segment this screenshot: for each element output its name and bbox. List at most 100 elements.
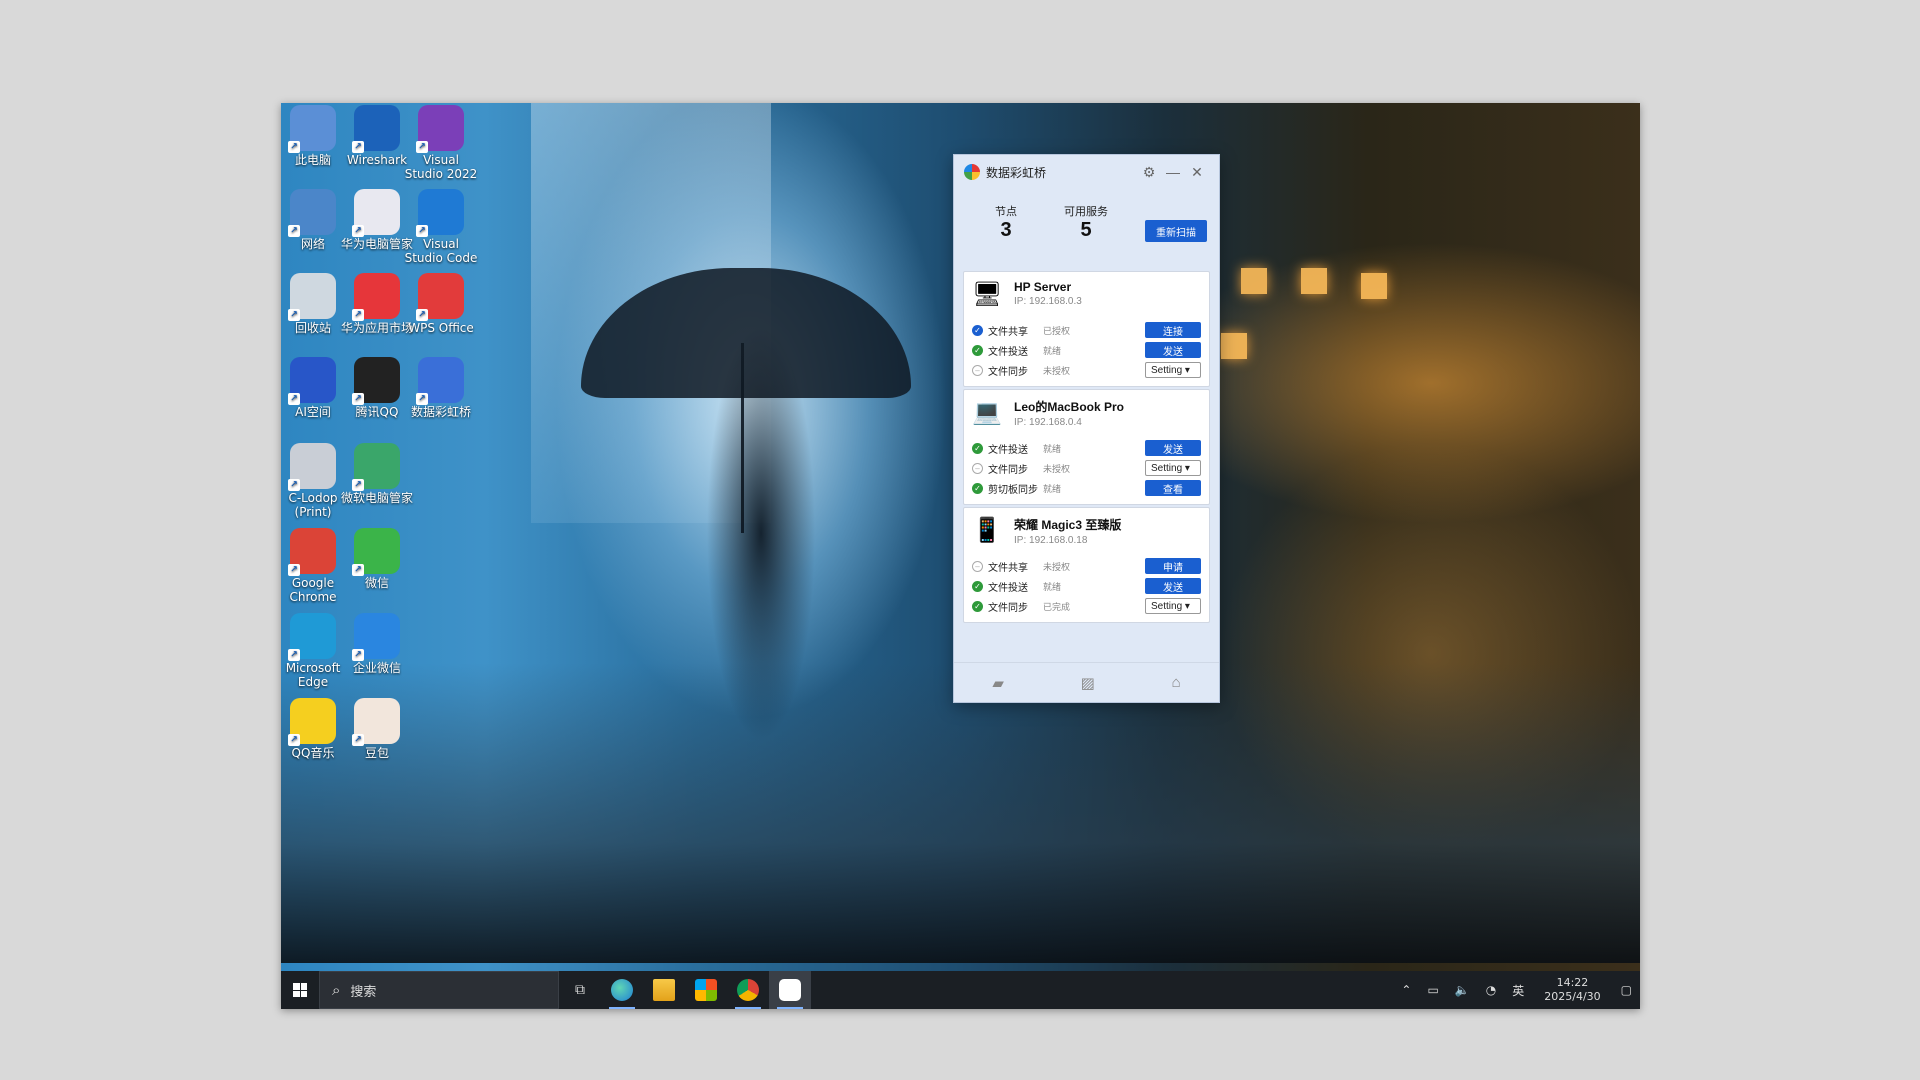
taskbar-chrome[interactable] (727, 971, 769, 1009)
battery-icon[interactable]: ▭ (1427, 983, 1438, 997)
service-action-label: 查看 (1163, 484, 1183, 496)
wallpaper-shop-light (1241, 268, 1267, 294)
chrome-icon: ↗ (288, 528, 336, 576)
close-icon[interactable]: ✕ (1185, 164, 1209, 181)
service-action-button[interactable]: 发送 (1145, 440, 1201, 456)
folder-icon (653, 979, 675, 1001)
shortcut-arrow-icon: ↗ (416, 393, 428, 405)
minimize-icon[interactable]: — (1161, 164, 1185, 180)
shortcut-arrow-icon: ↗ (288, 225, 300, 237)
taskbar-store[interactable] (685, 971, 727, 1009)
device-card: 💻 Leo的MacBook Pro IP: 192.168.0.4 ✓ 文件投送 就绪 发送… (963, 389, 1210, 505)
service-action-button[interactable]: 连接 (1145, 322, 1201, 338)
taskbar-file-explorer[interactable] (643, 971, 685, 1009)
app-logo-icon (964, 164, 980, 180)
desktop-icon[interactable]: ↗ WPS Office (403, 273, 479, 335)
taskbar-rainbow-bridge[interactable] (769, 971, 811, 1009)
desktop-icon[interactable]: ↗ 数据彩虹桥 (403, 357, 479, 419)
service-state: 已授权 (1043, 325, 1071, 336)
wallpaper-shop-light (1361, 273, 1387, 299)
clock[interactable]: 14:22 2025/4/30 (1544, 976, 1600, 1004)
service-state: 就绪 (1043, 443, 1062, 454)
service-action-label: Setting (1151, 462, 1183, 474)
start-button[interactable] (281, 971, 319, 1009)
service-row: – 文件共享 未授权 申请 (964, 556, 1209, 576)
service-name: 剪切板同步 (988, 484, 1038, 496)
desktop-icon-label: Visual Studio 2022 (404, 153, 478, 181)
service-name: 文件同步 (988, 464, 1028, 476)
service-action-button[interactable]: Setting ▾ (1145, 598, 1201, 614)
wifi-icon[interactable]: ◔ (1486, 983, 1496, 997)
taskbar-search[interactable]: ⌕ 搜索 (319, 971, 559, 1009)
image-icon[interactable]: ▨ (1081, 674, 1095, 692)
rainbow-bridge-icon: ↗ (416, 357, 464, 405)
service-row: ✓ 文件同步 已完成 Setting ▾ (964, 596, 1209, 616)
service-action-label: 发送 (1163, 346, 1183, 358)
service-action-label: Setting (1151, 600, 1183, 612)
status-ready-icon: ✓ (972, 482, 983, 494)
computer-icon: ↗ (288, 105, 336, 153)
wechat-icon: ↗ (352, 528, 400, 576)
taskbar-edge[interactable] (601, 971, 643, 1009)
status-none-icon: – (972, 560, 983, 572)
service-name: 文件共享 (988, 326, 1028, 338)
wallpaper-shop-light (1221, 333, 1247, 359)
device-name: Leo的MacBook Pro (1014, 400, 1125, 414)
device-name: HP Server (1014, 280, 1072, 294)
service-action-button[interactable]: 查看 (1145, 480, 1201, 496)
service-state: 未授权 (1043, 561, 1071, 572)
rescan-button[interactable]: 重新扫描 (1145, 220, 1207, 242)
search-icon: ⌕ (332, 981, 341, 999)
input-language[interactable]: 英 (1512, 982, 1524, 999)
service-state: 未授权 (1043, 365, 1071, 376)
desktop-icon[interactable]: ↗ 微信 (339, 528, 415, 590)
status-auth-icon: ✓ (972, 324, 983, 336)
service-row: ✓ 文件投送 就绪 发送 (964, 576, 1209, 596)
qq-icon: ↗ (352, 357, 400, 405)
desktop-icon[interactable]: ↗ 企业微信 (339, 613, 415, 675)
service-name: 文件投送 (988, 346, 1028, 358)
wallpaper-shop-light (1301, 268, 1327, 294)
desktop-icon[interactable]: ↗ 微软电脑管家 (339, 443, 415, 505)
service-name: 文件投送 (988, 444, 1028, 456)
device-name: 荣耀 Magic3 至臻版 (1014, 518, 1122, 532)
service-action-button[interactable]: Setting ▾ (1145, 362, 1201, 378)
edge-icon (611, 979, 633, 1001)
server-icon: 🖥 (972, 281, 1003, 308)
notification-icon[interactable]: ▢ (1621, 983, 1632, 997)
home-icon[interactable]: ⌂ (1172, 674, 1181, 691)
service-action-button[interactable]: 申请 (1145, 558, 1201, 574)
chevron-up-icon[interactable]: ⌃ (1401, 983, 1411, 997)
task-view-icon: ⧉ (575, 982, 585, 998)
running-indicator (777, 1007, 803, 1009)
wps-icon: ↗ (416, 273, 464, 321)
services-value: 5 (1080, 219, 1092, 241)
status-ready-icon: ✓ (972, 580, 983, 592)
folder-sync-icon[interactable]: ▰ (992, 674, 1004, 692)
service-action-button[interactable]: Setting ▾ (1145, 460, 1201, 476)
desktop-icon-label: 豆包 (364, 746, 389, 760)
volume-icon[interactable]: 🔈 (1455, 983, 1470, 997)
shortcut-arrow-icon: ↗ (288, 393, 300, 405)
device-info: HP Server IP: 192.168.0.3 (1014, 280, 1082, 320)
service-action-button[interactable]: 发送 (1145, 342, 1201, 358)
desktop-icon[interactable]: ↗ 豆包 (339, 698, 415, 760)
device-ip: IP: 192.168.0.18 (1014, 535, 1088, 546)
visual-studio-icon: ↗ (416, 105, 464, 153)
service-action-button[interactable]: 发送 (1145, 578, 1201, 594)
app-title: 数据彩虹桥 (986, 165, 1047, 180)
task-view-button[interactable]: ⧉ (559, 971, 601, 1009)
desktop-icon-label: 数据彩虹桥 (410, 405, 471, 419)
desktop-icon[interactable]: ↗ Visual Studio 2022 (403, 105, 479, 181)
services-label: 可用服务 (1064, 206, 1108, 218)
shortcut-arrow-icon: ↗ (288, 734, 300, 746)
desktop-icon[interactable]: ↗ Visual Studio Code (403, 189, 479, 265)
laptop-icon: 💻 (972, 399, 1002, 426)
ai-space-icon: ↗ (288, 357, 336, 405)
settings-gear-icon[interactable]: ⚙ (1137, 164, 1161, 181)
services-stat: 可用服务 5 (1056, 203, 1116, 241)
service-state: 就绪 (1043, 345, 1062, 356)
app-titlebar: 数据彩虹桥 ⚙ — ✕ (954, 155, 1219, 189)
desktop-icon-label: 企业微信 (352, 661, 401, 675)
wallpaper-floor (281, 663, 1640, 963)
